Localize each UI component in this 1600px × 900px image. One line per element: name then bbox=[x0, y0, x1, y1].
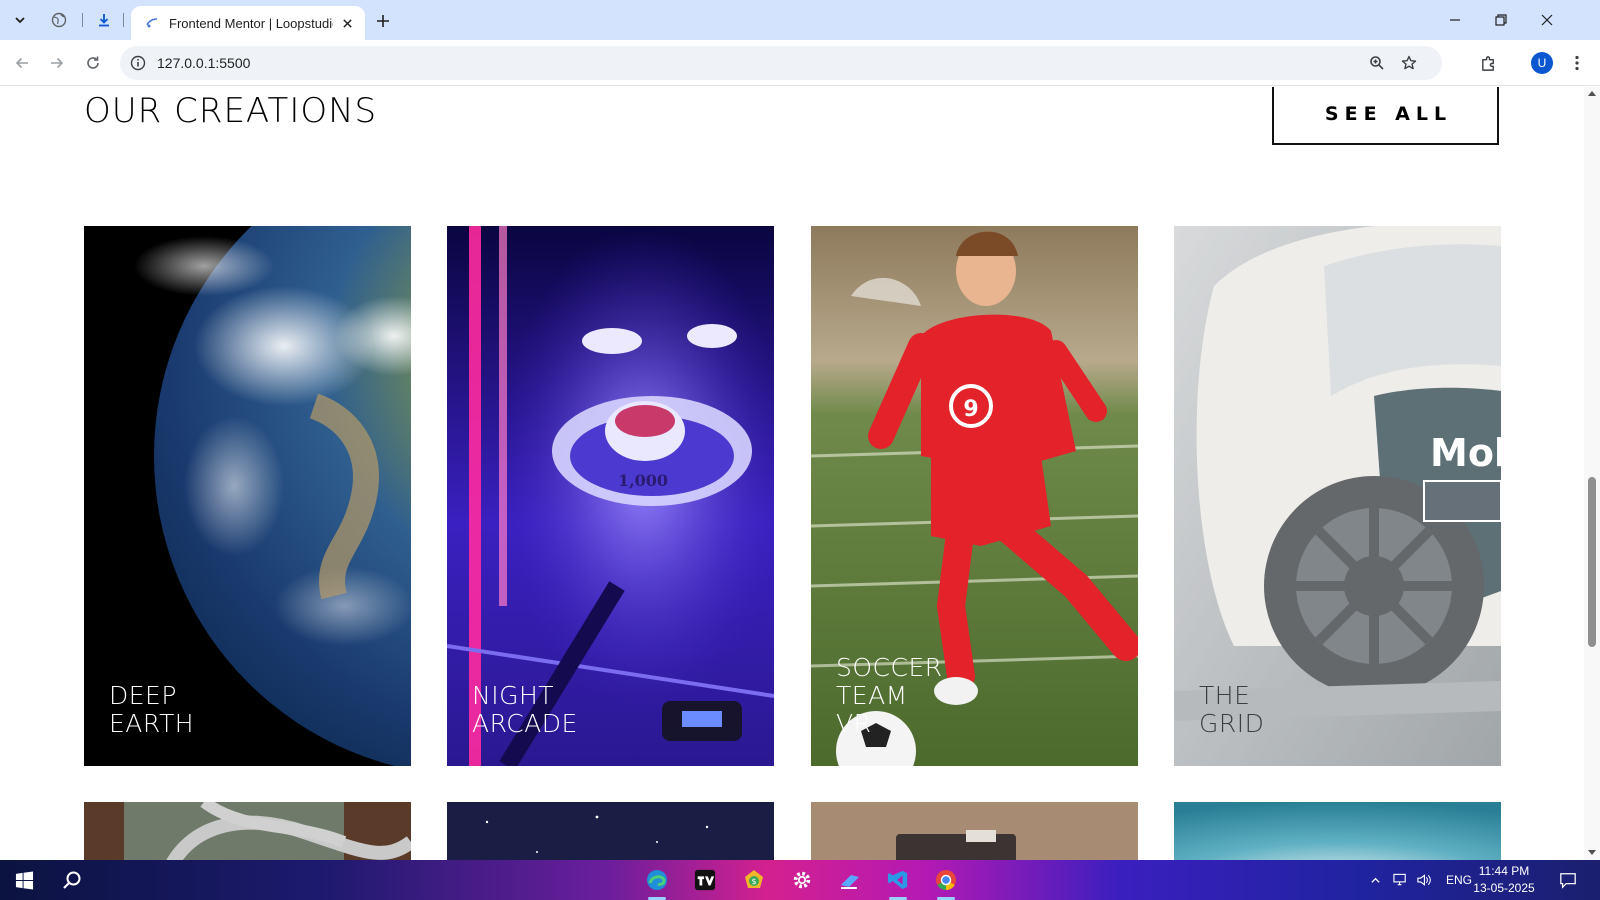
card-label: NIGHT ARCADE bbox=[472, 681, 578, 738]
profile-avatar[interactable]: U bbox=[1531, 52, 1553, 74]
card-label: SOCCER TEAM VR bbox=[836, 653, 943, 738]
creation-card-the-grid[interactable]: Mob THE GRID bbox=[1174, 226, 1501, 766]
vscode-icon[interactable] bbox=[882, 864, 914, 896]
clock-date: 13-05-2025 bbox=[1473, 881, 1535, 895]
creation-card-night-arcade[interactable]: 1,000 NIGHT ARCADE bbox=[447, 226, 774, 766]
address-bar[interactable]: 127.0.0.1:5500 bbox=[120, 46, 1442, 80]
browser-toolbar: 127.0.0.1:5500 U bbox=[0, 40, 1600, 86]
taskbar-clock[interactable]: 11:44 PM 13-05-2025 bbox=[1469, 863, 1539, 897]
card-label: DEEP EARTH bbox=[109, 681, 195, 738]
tradingview-icon[interactable] bbox=[689, 864, 721, 896]
scroll-thumb[interactable] bbox=[1588, 477, 1596, 647]
clock-time: 11:44 PM bbox=[1478, 864, 1530, 878]
starry-sky-image bbox=[447, 802, 774, 860]
windows-taskbar: $ ENG 11:44 PM 13-05-2025 bbox=[0, 860, 1600, 900]
scroll-up-arrow[interactable] bbox=[1588, 91, 1596, 96]
creation-card-deep-earth[interactable]: DEEP EARTH bbox=[84, 226, 411, 766]
close-window-button[interactable] bbox=[1524, 0, 1570, 40]
desert-rover-image bbox=[811, 802, 1138, 860]
svg-text:1,000: 1,000 bbox=[618, 471, 668, 490]
see-all-button[interactable]: SEE ALL bbox=[1272, 87, 1499, 145]
card-label: THE GRID bbox=[1199, 681, 1265, 738]
tab-separator bbox=[123, 13, 124, 27]
loopstudios-favicon-icon bbox=[145, 16, 159, 30]
download-icon[interactable] bbox=[90, 6, 118, 34]
extensions-icon[interactable] bbox=[1477, 52, 1499, 74]
close-tab-icon[interactable] bbox=[339, 15, 355, 31]
zoom-icon[interactable] bbox=[1368, 54, 1386, 72]
back-button[interactable] bbox=[8, 49, 36, 77]
new-tab-button[interactable] bbox=[370, 8, 396, 34]
creation-card-row2-1[interactable] bbox=[84, 802, 411, 860]
system-tray: ENG bbox=[1368, 860, 1472, 900]
url-text: 127.0.0.1:5500 bbox=[157, 55, 251, 71]
notifications-icon[interactable] bbox=[1552, 864, 1584, 896]
settings-gear-icon[interactable] bbox=[786, 864, 818, 896]
search-icon[interactable] bbox=[56, 864, 88, 896]
page-scrollbar[interactable] bbox=[1584, 87, 1600, 860]
creation-card-row2-2[interactable] bbox=[447, 802, 774, 860]
volume-icon[interactable] bbox=[1412, 873, 1434, 887]
chrome-icon[interactable] bbox=[930, 864, 962, 896]
network-icon[interactable] bbox=[1388, 873, 1412, 887]
windows-start-icon[interactable] bbox=[8, 864, 40, 896]
tab-search-icon[interactable] bbox=[6, 6, 34, 34]
tab-separator bbox=[82, 13, 83, 27]
page-viewport: OUR CREATIONS SEE ALL DEEP EARTH 1,000 N… bbox=[0, 87, 1584, 860]
svg-text:9: 9 bbox=[963, 397, 978, 422]
tab-title: Frontend Mentor | Loopstudios bbox=[169, 15, 333, 31]
creation-card-soccer-team-vr[interactable]: 9 SOCCER TEAM VR bbox=[811, 226, 1138, 766]
forward-button[interactable] bbox=[43, 49, 71, 77]
edge-icon[interactable] bbox=[641, 864, 673, 896]
minimize-button[interactable] bbox=[1432, 0, 1478, 40]
curvy-road-image bbox=[84, 802, 411, 860]
chevron-up-icon[interactable] bbox=[1368, 875, 1382, 886]
tab-strip: Frontend Mentor | Loopstudios bbox=[0, 0, 1600, 40]
file-manager-icon[interactable] bbox=[834, 864, 866, 896]
creation-card-row2-3[interactable] bbox=[811, 802, 1138, 860]
bookmark-star-icon[interactable] bbox=[1400, 54, 1418, 72]
scroll-down-arrow[interactable] bbox=[1588, 850, 1596, 855]
restore-button[interactable] bbox=[1478, 0, 1524, 40]
svg-text:$: $ bbox=[751, 877, 756, 886]
browser-menu-icon[interactable] bbox=[1566, 52, 1588, 74]
site-info-icon[interactable] bbox=[129, 54, 147, 72]
tab-active[interactable]: Frontend Mentor | Loopstudios bbox=[131, 6, 365, 40]
ocean-image bbox=[1174, 802, 1501, 860]
globe-icon[interactable] bbox=[45, 6, 73, 34]
creation-card-row2-4[interactable] bbox=[1174, 802, 1501, 860]
section-title: OUR CREATIONS bbox=[84, 91, 378, 131]
money-app-icon[interactable]: $ bbox=[738, 864, 770, 896]
reload-button[interactable] bbox=[79, 49, 107, 77]
